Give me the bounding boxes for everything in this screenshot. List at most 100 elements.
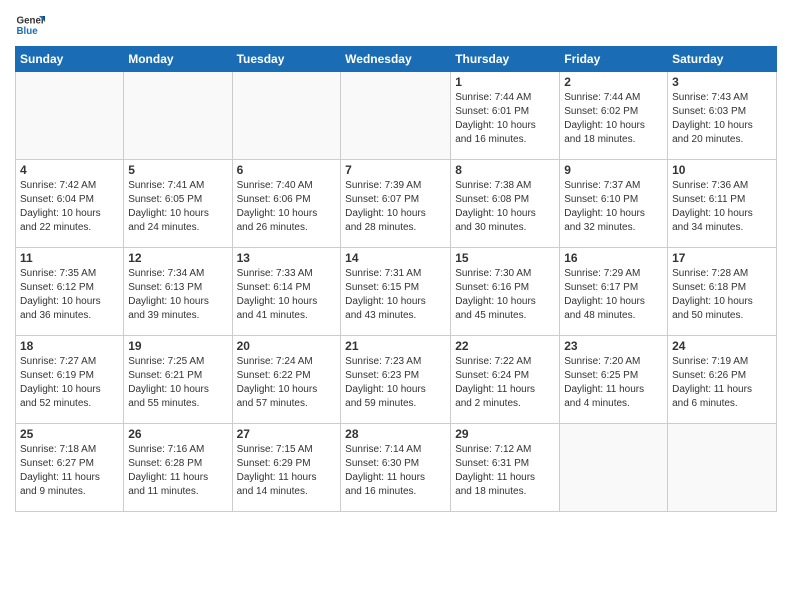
page-container: General Blue SundayMondayTuesdayWednesda… [0,0,792,517]
calendar-week-1: 1Sunrise: 7:44 AM Sunset: 6:01 PM Daylig… [16,72,777,160]
weekday-header-wednesday: Wednesday [341,47,451,72]
day-info: Sunrise: 7:44 AM Sunset: 6:01 PM Dayligh… [455,91,555,147]
day-info: Sunrise: 7:25 AM Sunset: 6:21 PM Dayligh… [128,355,227,411]
calendar-cell: 10 Sunrise: 7:36 AM Sunset: 6:11 PM Dayli… [668,160,777,248]
calendar-cell: 14 Sunrise: 7:31 AM Sunset: 6:15 PM Dayli… [341,248,451,336]
day-number: 24 [672,339,772,353]
calendar-cell [16,72,124,160]
calendar-cell: 23 Sunrise: 7:20 AM Sunset: 6:25 PM Dayli… [560,336,668,424]
calendar-week-5: 25Sunrise: 7:18 AM Sunset: 6:27 PM Dayli… [16,424,777,512]
header: General Blue [15,10,777,40]
calendar-cell: 15 Sunrise: 7:30 AM Sunset: 6:16 PM Dayli… [451,248,560,336]
day-number: 9 [564,163,663,177]
day-number: 28 [345,427,446,441]
day-number: 3 [672,75,772,89]
calendar-cell: 25Sunrise: 7:18 AM Sunset: 6:27 PM Dayli… [16,424,124,512]
day-info: Sunrise: 7:36 AM Sunset: 6:11 PM Dayligh… [672,179,772,235]
calendar-cell: 7 Sunrise: 7:39 AM Sunset: 6:07 PM Daylig… [341,160,451,248]
day-number: 12 [128,251,227,265]
day-info: Sunrise: 7:29 AM Sunset: 6:17 PM Dayligh… [564,267,663,323]
calendar-cell [232,72,341,160]
weekday-header-tuesday: Tuesday [232,47,341,72]
calendar-cell: 6 Sunrise: 7:40 AM Sunset: 6:06 PM Daylig… [232,160,341,248]
calendar-cell [341,72,451,160]
day-number: 16 [564,251,663,265]
day-number: 27 [237,427,337,441]
day-number: 26 [128,427,227,441]
calendar-cell: 28Sunrise: 7:14 AM Sunset: 6:30 PM Dayli… [341,424,451,512]
day-info: Sunrise: 7:23 AM Sunset: 6:23 PM Dayligh… [345,355,446,411]
day-info: Sunrise: 7:41 AM Sunset: 6:05 PM Dayligh… [128,179,227,235]
day-number: 4 [20,163,119,177]
day-number: 18 [20,339,119,353]
weekday-header-friday: Friday [560,47,668,72]
calendar-cell: 1Sunrise: 7:44 AM Sunset: 6:01 PM Daylig… [451,72,560,160]
weekday-header-thursday: Thursday [451,47,560,72]
day-number: 2 [564,75,663,89]
day-number: 13 [237,251,337,265]
calendar-table: SundayMondayTuesdayWednesdayThursdayFrid… [15,46,777,512]
calendar-cell: 19 Sunrise: 7:25 AM Sunset: 6:21 PM Dayli… [124,336,232,424]
calendar-cell: 8 Sunrise: 7:38 AM Sunset: 6:08 PM Daylig… [451,160,560,248]
weekday-header-sunday: Sunday [16,47,124,72]
day-info: Sunrise: 7:12 AM Sunset: 6:31 PM Dayligh… [455,443,555,499]
day-info: Sunrise: 7:18 AM Sunset: 6:27 PM Dayligh… [20,443,119,499]
day-number: 29 [455,427,555,441]
day-number: 10 [672,163,772,177]
calendar-cell: 2 Sunrise: 7:44 AM Sunset: 6:02 PM Daylig… [560,72,668,160]
day-number: 14 [345,251,446,265]
day-info: Sunrise: 7:15 AM Sunset: 6:29 PM Dayligh… [237,443,337,499]
calendar-cell: 16 Sunrise: 7:29 AM Sunset: 6:17 PM Dayli… [560,248,668,336]
calendar-cell: 26Sunrise: 7:16 AM Sunset: 6:28 PM Dayli… [124,424,232,512]
weekday-header-monday: Monday [124,47,232,72]
calendar-cell: 20Sunrise: 7:24 AM Sunset: 6:22 PM Dayli… [232,336,341,424]
day-info: Sunrise: 7:34 AM Sunset: 6:13 PM Dayligh… [128,267,227,323]
calendar-week-3: 11 Sunrise: 7:35 AM Sunset: 6:12 PM Dayli… [16,248,777,336]
calendar-cell: 9Sunrise: 7:37 AM Sunset: 6:10 PM Daylig… [560,160,668,248]
day-info: Sunrise: 7:19 AM Sunset: 6:26 PM Dayligh… [672,355,772,411]
day-info: Sunrise: 7:42 AM Sunset: 6:04 PM Dayligh… [20,179,119,235]
calendar-cell [668,424,777,512]
calendar-week-2: 4 Sunrise: 7:42 AM Sunset: 6:04 PM Daylig… [16,160,777,248]
day-info: Sunrise: 7:39 AM Sunset: 6:07 PM Dayligh… [345,179,446,235]
day-info: Sunrise: 7:40 AM Sunset: 6:06 PM Dayligh… [237,179,337,235]
day-number: 17 [672,251,772,265]
day-info: Sunrise: 7:22 AM Sunset: 6:24 PM Dayligh… [455,355,555,411]
day-info: Sunrise: 7:35 AM Sunset: 6:12 PM Dayligh… [20,267,119,323]
day-info: Sunrise: 7:24 AM Sunset: 6:22 PM Dayligh… [237,355,337,411]
calendar-cell: 3 Sunrise: 7:43 AM Sunset: 6:03 PM Daylig… [668,72,777,160]
calendar-cell: 21 Sunrise: 7:23 AM Sunset: 6:23 PM Dayli… [341,336,451,424]
day-number: 21 [345,339,446,353]
day-info: Sunrise: 7:20 AM Sunset: 6:25 PM Dayligh… [564,355,663,411]
calendar-cell: 17Sunrise: 7:28 AM Sunset: 6:18 PM Dayli… [668,248,777,336]
svg-text:Blue: Blue [17,26,39,37]
day-number: 7 [345,163,446,177]
calendar-cell [124,72,232,160]
calendar-cell: 11 Sunrise: 7:35 AM Sunset: 6:12 PM Dayli… [16,248,124,336]
day-info: Sunrise: 7:43 AM Sunset: 6:03 PM Dayligh… [672,91,772,147]
calendar-cell [560,424,668,512]
calendar-cell: 22Sunrise: 7:22 AM Sunset: 6:24 PM Dayli… [451,336,560,424]
calendar-cell: 13 Sunrise: 7:33 AM Sunset: 6:14 PM Dayli… [232,248,341,336]
day-number: 11 [20,251,119,265]
calendar-week-4: 18 Sunrise: 7:27 AM Sunset: 6:19 PM Dayli… [16,336,777,424]
day-number: 8 [455,163,555,177]
day-info: Sunrise: 7:30 AM Sunset: 6:16 PM Dayligh… [455,267,555,323]
day-number: 19 [128,339,227,353]
day-info: Sunrise: 7:33 AM Sunset: 6:14 PM Dayligh… [237,267,337,323]
weekday-header-saturday: Saturday [668,47,777,72]
logo: General Blue [15,10,49,40]
day-number: 6 [237,163,337,177]
day-info: Sunrise: 7:27 AM Sunset: 6:19 PM Dayligh… [20,355,119,411]
day-number: 15 [455,251,555,265]
logo-icon: General Blue [15,10,45,40]
day-info: Sunrise: 7:38 AM Sunset: 6:08 PM Dayligh… [455,179,555,235]
calendar-cell: 5Sunrise: 7:41 AM Sunset: 6:05 PM Daylig… [124,160,232,248]
calendar-cell: 4 Sunrise: 7:42 AM Sunset: 6:04 PM Daylig… [16,160,124,248]
calendar-cell: 12 Sunrise: 7:34 AM Sunset: 6:13 PM Dayli… [124,248,232,336]
calendar-header-row: SundayMondayTuesdayWednesdayThursdayFrid… [16,47,777,72]
calendar-cell: 27 Sunrise: 7:15 AM Sunset: 6:29 PM Dayli… [232,424,341,512]
day-info: Sunrise: 7:31 AM Sunset: 6:15 PM Dayligh… [345,267,446,323]
day-number: 23 [564,339,663,353]
day-info: Sunrise: 7:44 AM Sunset: 6:02 PM Dayligh… [564,91,663,147]
